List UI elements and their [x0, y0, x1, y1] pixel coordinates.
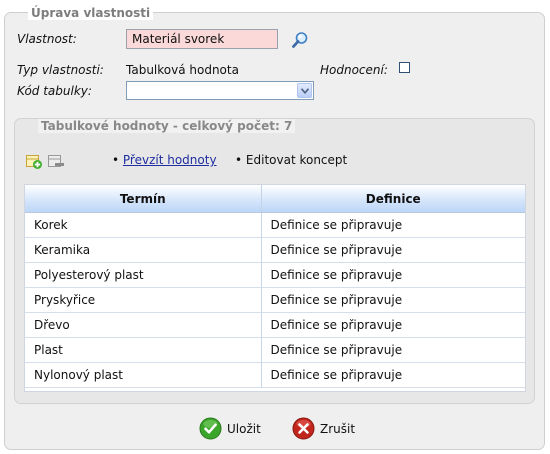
edit-draft-label: Editovat koncept [245, 153, 348, 167]
x-circle-icon [292, 417, 315, 440]
rating-label: Hodnocení: [320, 63, 388, 77]
cancel-label: Zrušit [320, 422, 356, 436]
table-row[interactable]: Dřevo Definice se připravuje [25, 312, 525, 338]
table-row[interactable]: Plast Definice se připravuje [25, 337, 525, 363]
add-row-icon[interactable] [25, 152, 43, 170]
definition-cell: Definice se připravuje [261, 237, 525, 263]
check-circle-icon [199, 417, 222, 440]
definition-cell: Definice se připravuje [261, 312, 525, 338]
table-row[interactable]: Polyesterový plast Definice se připravuj… [25, 262, 525, 288]
term-cell: Plast [25, 337, 262, 363]
bullet-icon: • [112, 153, 120, 167]
table-row[interactable]: Pryskyřice Definice se připravuje [25, 287, 525, 313]
property-type-label: Typ vlastnosti: [17, 63, 104, 77]
edit-draft-item: • Editovat koncept [235, 153, 347, 167]
take-values-item: • Převzít hodnoty [112, 153, 217, 167]
panel-title: Úprava vlastnosti [28, 6, 154, 20]
rating-checkbox[interactable] [399, 62, 410, 73]
definition-cell: Definice se připravuje [261, 362, 525, 388]
term-cell: Polyesterový plast [25, 262, 262, 288]
save-button[interactable]: Uložit [199, 417, 263, 441]
column-header-definition[interactable]: Definice [261, 185, 525, 213]
table-values-title: Tabulkové hodnoty - celkový počet: 7 [38, 119, 296, 133]
term-cell: Dřevo [25, 312, 262, 338]
term-cell: Keramika [25, 237, 262, 263]
remove-row-icon[interactable] [47, 152, 65, 170]
table-row[interactable]: Keramika Definice se připravuje [25, 237, 525, 263]
definition-cell: Definice se připravuje [261, 337, 525, 363]
definition-cell: Definice se připravuje [261, 262, 525, 288]
property-name-input[interactable] [126, 29, 278, 49]
property-type-value: Tabulková hodnota [126, 63, 239, 77]
chevron-down-icon[interactable] [297, 83, 312, 98]
table-code-select[interactable] [126, 81, 314, 100]
definition-cell: Definice se připravuje [261, 212, 525, 238]
save-label: Uložit [227, 422, 261, 436]
table-row[interactable]: Korek Definice se připravuje [25, 212, 525, 238]
search-icon[interactable] [290, 30, 310, 50]
term-cell: Pryskyřice [25, 287, 262, 313]
column-header-term[interactable]: Termín [25, 185, 262, 213]
term-cell: Korek [25, 212, 262, 238]
term-cell: Nylonový plast [25, 362, 262, 388]
table-row[interactable]: Nylonový plast Definice se připravuje [25, 362, 525, 388]
property-label: Vlastnost: [17, 32, 77, 46]
take-values-link[interactable]: Převzít hodnoty [123, 153, 217, 167]
cancel-button[interactable]: Zrušit [292, 417, 356, 441]
values-table: Termín Definice Korek Definice se připra… [24, 184, 526, 392]
bullet-icon: • [235, 153, 243, 167]
definition-cell: Definice se připravuje [261, 287, 525, 313]
table-code-label: Kód tabulky: [17, 84, 92, 98]
